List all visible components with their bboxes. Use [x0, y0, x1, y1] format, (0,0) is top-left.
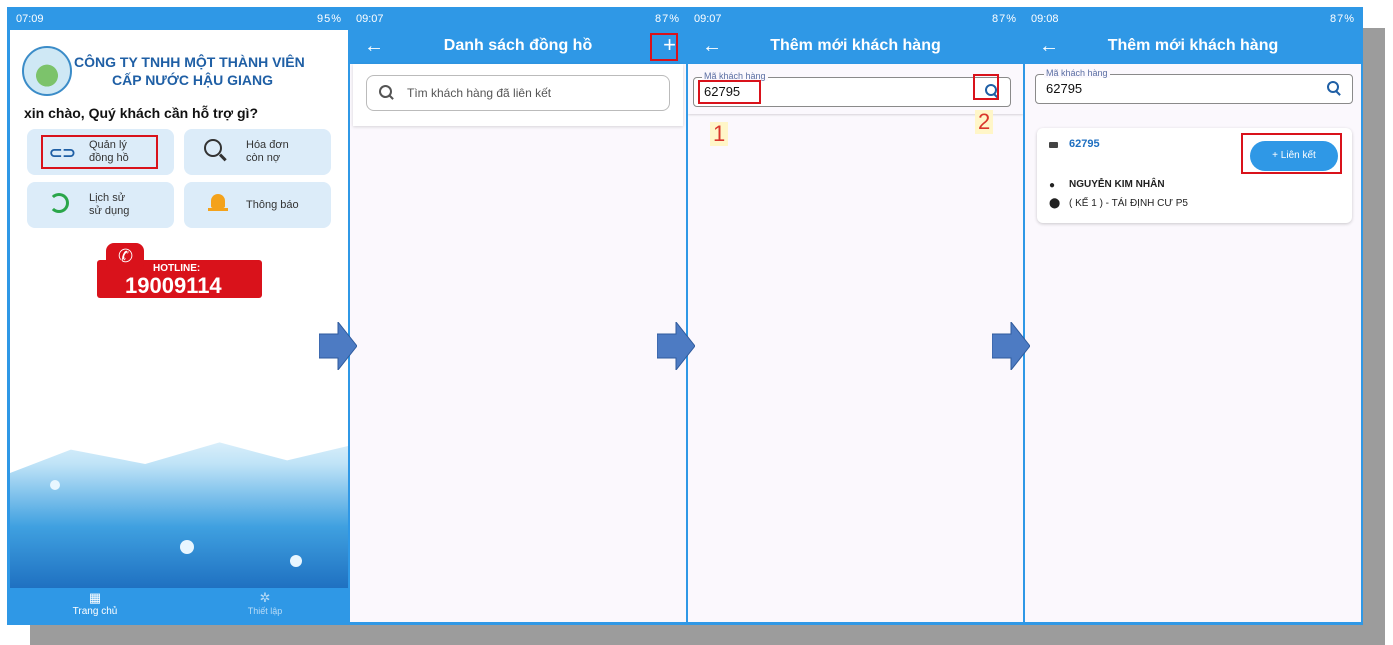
shadow-bottom [30, 625, 1385, 645]
hotline-number: 19009114 [125, 273, 222, 298]
status-icons: 87% [1329, 13, 1355, 25]
status-time: 07:09 [16, 13, 44, 25]
company-logo [22, 46, 72, 96]
result-code: 62795 [1069, 138, 1100, 150]
step-number-2: 2 [975, 110, 994, 134]
tile-usage-history[interactable]: Lịch sử sử dụng [27, 182, 174, 228]
highlight-link-button [1241, 133, 1342, 174]
tile-label-line1: Thông báo [246, 199, 299, 211]
step-number-1: 1 [710, 122, 729, 146]
meter-icon [1049, 142, 1058, 148]
tile-label-line2: sử dụng [89, 205, 130, 217]
screen-home: 07:09 95% CÔNG TY TNHH MỘT THÀNH VIÊN CẤ… [10, 10, 348, 622]
person-icon: ● [1049, 180, 1056, 191]
status-icons: 87% [654, 13, 680, 25]
page-title: Thêm mới khách hàng [770, 37, 941, 54]
location-pin-icon: ⬤ [1049, 198, 1061, 209]
tile-notifications[interactable]: Thông báo [184, 182, 331, 228]
search-input[interactable]: Tìm khách hàng đã liên kết [366, 75, 670, 111]
nav-home[interactable]: ▦ Trang chủ [50, 590, 140, 617]
gear-icon: ✲ [259, 590, 271, 605]
nav-settings[interactable]: ✲ Thiết lập [220, 590, 310, 616]
flow-arrow-3 [992, 322, 1030, 370]
bottom-nav: ▦ Trang chủ ✲ Thiết lập [10, 588, 348, 622]
highlight-search-button [973, 74, 999, 100]
page-title: Thêm mới khách hàng [1107, 37, 1279, 54]
company-name-line2: CẤP NƯỚC HẬU GIANG [112, 72, 273, 88]
greeting-text: xin chào, Quý khách cần hỗ trợ gì? [24, 105, 258, 121]
company-name-line1: CÔNG TY TNHH MỘT THÀNH VIÊN [74, 54, 305, 70]
status-bar: 09:07 87% [688, 10, 1023, 30]
status-time: 09:07 [356, 13, 384, 25]
history-icon [49, 193, 69, 213]
customer-code-value: 62795 [1046, 81, 1083, 96]
screen-add-customer-result: 09:08 87% ← Thêm mới khách hàng Mã khách… [1025, 10, 1361, 622]
customer-code-field[interactable]: Mã khách hàng 62795 [1035, 68, 1353, 104]
app-bar: ← Danh sách đồng hồ + [350, 30, 686, 64]
nav-home-label: Trang chủ [72, 606, 118, 617]
status-time: 09:07 [694, 13, 722, 25]
shadow-right [1363, 28, 1385, 625]
customer-code-label: Mã khách hàng [1044, 68, 1110, 78]
customer-address: ( KẾ 1 ) - TÁI ĐỊNH CƯ P5 [1069, 198, 1188, 209]
highlight-add-button [650, 33, 678, 61]
status-icons: 87% [991, 13, 1017, 25]
screen-meter-list: 09:07 87% ← Danh sách đồng hồ + Tìm khác… [350, 10, 686, 622]
grid-icon: ▦ [88, 590, 102, 605]
highlight-code-value [698, 80, 761, 104]
bell-icon [211, 194, 225, 208]
app-bar: ← Thêm mới khách hàng [688, 30, 1023, 64]
screen-add-customer: 09:07 87% ← Thêm mới khách hàng Mã khách… [688, 10, 1023, 622]
phone-call-icon: ✆ [106, 243, 144, 271]
search-placeholder: Tìm khách hàng đã liên kết [407, 86, 552, 100]
tile-label-line1: Hóa đơn [246, 139, 289, 151]
flow-arrow-2 [657, 322, 695, 370]
highlight-meter-tile [41, 135, 158, 169]
page-title: Danh sách đồng hồ [443, 37, 593, 54]
flow-arrow-1 [319, 322, 357, 370]
status-icons: 95% [316, 13, 342, 25]
tile-label-line1: Lịch sử [89, 192, 126, 204]
status-bar: 09:07 87% [350, 10, 686, 30]
app-bar: ← Thêm mới khách hàng [1025, 30, 1361, 64]
nav-settings-label: Thiết lập [247, 606, 283, 616]
status-bar: 09:08 87% [1025, 10, 1361, 30]
status-bar: 07:09 95% [10, 10, 348, 30]
search-button[interactable] [1326, 80, 1342, 96]
tile-unpaid-bills[interactable]: Hóa đơn còn nợ [184, 129, 331, 175]
status-time: 09:08 [1031, 13, 1059, 25]
tile-label-line2: còn nợ [246, 152, 281, 164]
customer-name: NGUYỄN KIM NHÂN [1069, 179, 1165, 190]
